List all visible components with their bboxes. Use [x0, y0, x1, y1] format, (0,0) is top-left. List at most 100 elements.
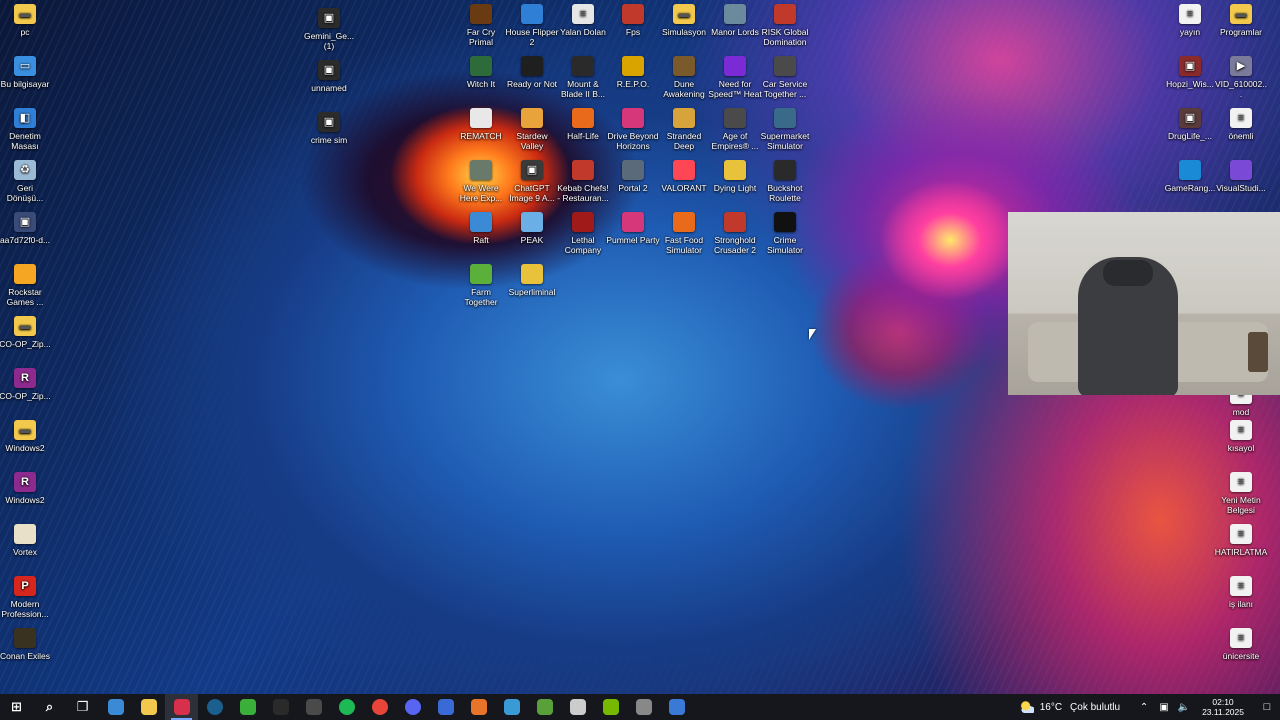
volume-icon[interactable]: 🔈	[1177, 702, 1191, 713]
desktop-shortcut[interactable]: Far Cry Primal	[454, 4, 508, 47]
taskbar-button[interactable]	[363, 694, 396, 720]
taskbar-button[interactable]	[660, 694, 693, 720]
desktop-shortcut[interactable]: Supermarket Simulator	[758, 108, 812, 151]
desktop-shortcut[interactable]: ▬ Programlar	[1214, 4, 1268, 37]
taskbar-button[interactable]	[330, 694, 363, 720]
desktop-shortcut[interactable]: Portal 2	[606, 160, 660, 193]
desktop-shortcut[interactable]: Car Service Together ...	[758, 56, 812, 99]
taskbar-button[interactable]	[132, 694, 165, 720]
taskbar-button[interactable]	[495, 694, 528, 720]
desktop-shortcut[interactable]: R.E.P.O.	[606, 56, 660, 89]
clock[interactable]: 02:10 23.11.2025	[1202, 697, 1244, 717]
desktop-shortcut[interactable]: Fast Food Simulator	[657, 212, 711, 255]
taskbar-button[interactable]	[429, 694, 462, 720]
desktop-shortcut[interactable]: ▶ VID_610002...	[1214, 56, 1268, 99]
desktop-shortcut[interactable]: Drive Beyond Horizons	[606, 108, 660, 151]
desktop-shortcut[interactable]: Rockstar Games ...	[0, 264, 52, 307]
desktop-shortcut[interactable]: Conan Exiles	[0, 628, 52, 661]
taskbar-apps: ⊞ ⌕ ❐	[0, 694, 693, 720]
taskbar-button[interactable]	[627, 694, 660, 720]
desktop-shortcut[interactable]: Stardew Valley	[505, 108, 559, 151]
desktop-shortcut[interactable]: Vortex	[0, 524, 52, 557]
desktop-shortcut[interactable]: Manor Lords	[708, 4, 762, 37]
desktop-shortcut[interactable]: ▭ Bu bilgisayar	[0, 56, 52, 89]
desktop-shortcut[interactable]: ♻ Geri Dönüşü...	[0, 160, 52, 203]
desktop-shortcut[interactable]: Dune Awakening	[657, 56, 711, 99]
taskbar-button[interactable]	[396, 694, 429, 720]
desktop-shortcut[interactable]: Crime Simulator	[758, 212, 812, 255]
desktop-shortcut[interactable]: ≡ önemli	[1214, 108, 1268, 141]
desktop-shortcut[interactable]: ≡ Yeni Metin Belgesi	[1214, 472, 1268, 515]
desktop-shortcut[interactable]: We Were Here Exp...	[454, 160, 508, 203]
shortcut-label: Farm Together	[464, 287, 498, 307]
desktop-shortcut[interactable]: Buckshot Roulette	[758, 160, 812, 203]
desktop-shortcut[interactable]: RISK Global Domination	[758, 4, 812, 47]
desktop-shortcut[interactable]: ▣ unnamed	[302, 60, 356, 93]
desktop-shortcut[interactable]: Raft	[454, 212, 508, 245]
desktop-shortcut[interactable]: P Modern Profession...	[0, 576, 52, 619]
desktop-shortcut[interactable]: ▬ Simulasyon	[657, 4, 711, 37]
taskbar-button[interactable]	[297, 694, 330, 720]
desktop-shortcut[interactable]: ▣ crime sim	[302, 112, 356, 145]
desktop-shortcut[interactable]: Age of Empires® ...	[708, 108, 762, 151]
shortcut-label: VID_610002...	[1215, 79, 1267, 99]
shortcut-label: aa7d72f0-d...	[0, 235, 51, 245]
desktop-shortcut[interactable]: Dying Light	[708, 160, 762, 193]
desktop-shortcut[interactable]: ◧ Denetim Masası	[0, 108, 52, 151]
taskbar-button[interactable]	[561, 694, 594, 720]
taskbar-button[interactable]: ⊞	[0, 694, 33, 720]
desktop-shortcut[interactable]: Need for Speed™ Heat	[708, 56, 762, 99]
taskbar-button[interactable]	[528, 694, 561, 720]
desktop-shortcut[interactable]: House Flipper 2	[505, 4, 559, 47]
shortcut-label: Stardew Valley	[516, 131, 548, 151]
desktop-shortcut[interactable]: Lethal Company	[556, 212, 610, 255]
folder-icon: ▬	[14, 420, 36, 440]
desktop-shortcut[interactable]: ▬ Windows2	[0, 420, 52, 453]
epic-games-icon	[272, 699, 289, 715]
desktop-shortcut[interactable]: Fps	[606, 4, 660, 37]
desktop-shortcut[interactable]: Half-Life	[556, 108, 610, 141]
desktop-shortcut[interactable]: Ready or Not	[505, 56, 559, 89]
desktop-shortcut[interactable]: Pummel Party	[606, 212, 660, 245]
desktop-shortcut[interactable]: R CO-OP_Zip...	[0, 368, 52, 401]
chevron-up-icon[interactable]: ⌃	[1137, 702, 1151, 713]
desktop-shortcut[interactable]: ▣ DrugLife_...	[1163, 108, 1217, 141]
taskbar-button[interactable]	[462, 694, 495, 720]
desktop-shortcut[interactable]: PEAK	[505, 212, 559, 245]
desktop-shortcut[interactable]: ▣ Gemini_Ge... (1)	[302, 8, 356, 51]
taskbar-button[interactable]	[231, 694, 264, 720]
notifications-icon[interactable]: □	[1254, 694, 1280, 720]
desktop-shortcut[interactable]: Stranded Deep	[657, 108, 711, 151]
desktop-shortcut[interactable]: VisualStudi...	[1214, 160, 1268, 193]
desktop-shortcut[interactable]: Superliminal	[505, 264, 559, 297]
desktop-shortcut[interactable]: ≡ kısayol	[1214, 420, 1268, 453]
desktop-shortcut[interactable]: ▬ CO-OP_Zip...	[0, 316, 52, 349]
desktop-shortcut[interactable]: R Windows2	[0, 472, 52, 505]
desktop-shortcut[interactable]: ≡ Yalan Dolan	[556, 4, 610, 37]
weather-widget[interactable]: 16°C Çok bulutlu	[1019, 701, 1120, 713]
taskbar-button[interactable]: ❐	[66, 694, 99, 720]
desktop-shortcut[interactable]: ≡ ünicersite	[1214, 628, 1268, 661]
taskbar-button[interactable]	[198, 694, 231, 720]
desktop-shortcut[interactable]: VALORANT	[657, 160, 711, 193]
desktop-shortcut[interactable]: Witch It	[454, 56, 508, 89]
taskbar-button[interactable]: ⌕	[33, 694, 66, 720]
taskbar-button[interactable]	[264, 694, 297, 720]
desktop-shortcut[interactable]: ▬ pc	[0, 4, 52, 37]
desktop-shortcut[interactable]: Farm Together	[454, 264, 508, 307]
desktop-shortcut[interactable]: REMATCH	[454, 108, 508, 141]
desktop-shortcut[interactable]: Kebab Chefs! - Restauran...	[556, 160, 610, 203]
desktop-shortcut[interactable]: ≡ iş ilanı	[1214, 576, 1268, 609]
desktop-shortcut[interactable]: Stronghold Crusader 2	[708, 212, 762, 255]
desktop-shortcut[interactable]: ▣ aa7d72f0-d...	[0, 212, 52, 245]
taskbar-button[interactable]	[165, 694, 198, 720]
desktop-shortcut[interactable]: ≡ HATIRLATMA	[1214, 524, 1268, 557]
desktop-shortcut[interactable]: ▣ ChatGPT Image 9 A...	[505, 160, 559, 203]
desktop-shortcut[interactable]: ▣ Hopzi_Wis...	[1163, 56, 1217, 89]
desktop-shortcut[interactable]: ≡ yayın	[1163, 4, 1217, 37]
desktop-shortcut[interactable]: Mount & Blade II B...	[556, 56, 610, 99]
network-icon[interactable]: ▣	[1157, 702, 1171, 713]
desktop-shortcut[interactable]: GameRang...	[1163, 160, 1217, 193]
taskbar-button[interactable]	[594, 694, 627, 720]
taskbar-button[interactable]	[99, 694, 132, 720]
